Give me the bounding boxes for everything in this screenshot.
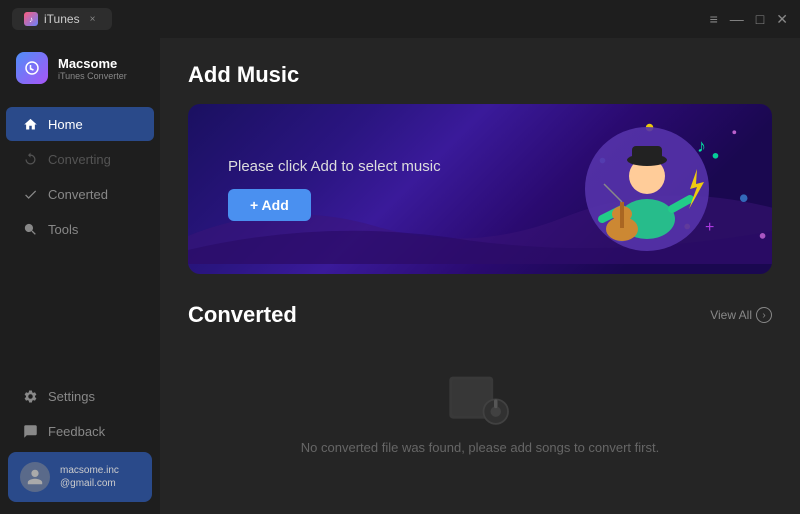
sidebar-nav: Home Converting Converted — [0, 98, 160, 370]
itunes-tab-label: iTunes — [44, 12, 80, 26]
empty-file-icon — [445, 368, 515, 428]
converting-label: Converting — [48, 152, 111, 167]
sidebar-item-converting: Converting — [6, 142, 154, 176]
sidebar-logo: Macsome iTunes Converter — [0, 38, 160, 98]
itunes-tab[interactable]: ♪ iTunes × — [12, 8, 112, 30]
titlebar-left: ♪ iTunes × — [12, 8, 112, 30]
avatar-icon — [26, 468, 44, 486]
converted-title: Converted — [188, 302, 297, 328]
app-subtitle: iTunes Converter — [58, 71, 127, 81]
music-illustration: ♪ + — [542, 114, 742, 264]
home-label: Home — [48, 117, 83, 132]
svg-text:+: + — [705, 219, 714, 236]
converted-label: Converted — [48, 187, 108, 202]
sidebar-item-home[interactable]: Home — [6, 107, 154, 141]
itunes-icon: ♪ — [24, 12, 38, 26]
feedback-label: Feedback — [48, 424, 105, 439]
view-all-icon: › — [756, 307, 772, 323]
banner-content: Please click Add to select music + Add — [188, 158, 441, 221]
close-btn[interactable]: ✕ — [776, 12, 788, 26]
tools-icon — [22, 221, 38, 237]
logo-text: Macsome iTunes Converter — [58, 56, 127, 81]
avatar — [20, 462, 50, 492]
svg-text:♪: ♪ — [697, 136, 706, 156]
sidebar-item-feedback[interactable]: Feedback — [6, 414, 154, 448]
empty-message: No converted file was found, please add … — [301, 440, 659, 455]
main-content: Add Music ↻ Please click Add to select m… — [160, 38, 800, 514]
user-email-line2: @gmail.com — [60, 477, 119, 490]
minimize-btn[interactable]: — — [730, 12, 744, 26]
converted-section-header: Converted View All › — [188, 302, 772, 328]
logo-svg — [23, 59, 41, 77]
view-all-label: View All — [710, 308, 752, 322]
banner-text: Please click Add to select music — [228, 158, 441, 175]
sidebar-item-tools[interactable]: Tools — [6, 212, 154, 246]
add-music-button[interactable]: + Add — [228, 189, 311, 221]
converting-icon — [22, 151, 38, 167]
settings-icon — [22, 388, 38, 404]
user-email-line1: macsome.inc — [60, 464, 119, 477]
add-music-title: Add Music — [188, 62, 772, 88]
add-music-banner: ↻ Please click Add to select music + Add — [188, 104, 772, 274]
tab-close-btn[interactable]: × — [86, 12, 100, 26]
sidebar: Macsome iTunes Converter Home — [0, 38, 160, 514]
settings-label: Settings — [48, 389, 95, 404]
converted-icon — [22, 186, 38, 202]
app-name: Macsome — [58, 56, 127, 71]
home-icon — [22, 116, 38, 132]
user-card[interactable]: macsome.inc @gmail.com — [8, 452, 152, 502]
tools-label: Tools — [48, 222, 78, 237]
sidebar-item-settings[interactable]: Settings — [6, 379, 154, 413]
sidebar-bottom: Settings Feedback macsom — [0, 370, 160, 514]
empty-state: No converted file was found, please add … — [188, 348, 772, 465]
titlebar: ♪ iTunes × ≡ — □ ✕ — [0, 0, 800, 38]
maximize-btn[interactable]: □ — [756, 12, 764, 26]
titlebar-controls: ≡ — □ ✕ — [710, 12, 788, 26]
feedback-icon — [22, 423, 38, 439]
view-all-btn[interactable]: View All › — [710, 307, 772, 323]
app-layout: Macsome iTunes Converter Home — [0, 38, 800, 514]
sidebar-item-converted[interactable]: Converted — [6, 177, 154, 211]
app-logo-icon — [16, 52, 48, 84]
user-info: macsome.inc @gmail.com — [60, 464, 119, 490]
menu-icon[interactable]: ≡ — [710, 12, 718, 26]
